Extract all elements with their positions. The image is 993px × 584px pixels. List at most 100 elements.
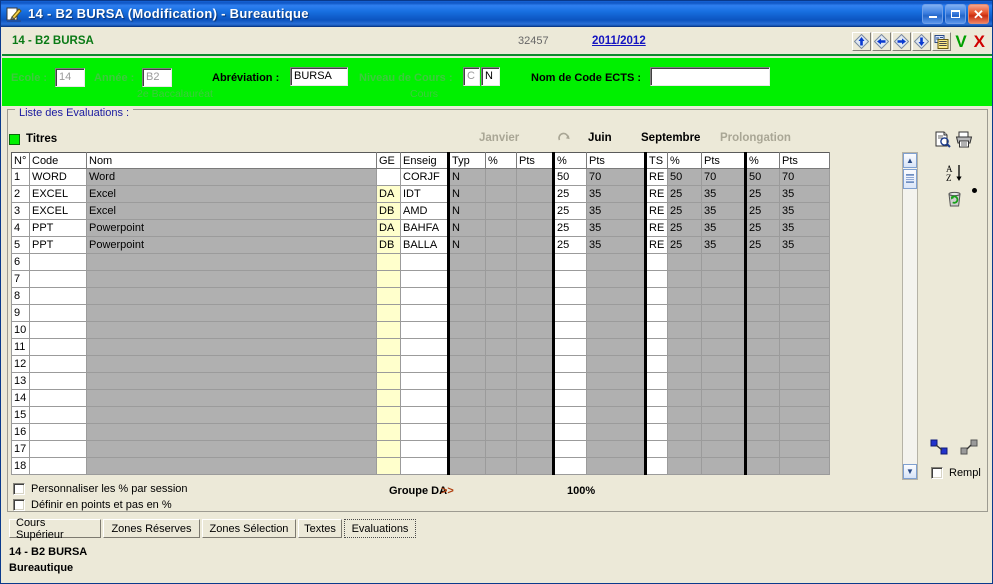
cell-septembre-pct[interactable] — [667, 372, 702, 390]
cell-prolongation-pts[interactable] — [779, 423, 830, 441]
cell-janvier-pts[interactable] — [516, 321, 554, 339]
col-header-code[interactable]: Code — [29, 152, 87, 169]
cell-ts[interactable]: RE — [644, 219, 668, 237]
cell-juin-pct[interactable]: 25 — [552, 202, 587, 220]
rempl-checkbox[interactable] — [931, 467, 943, 479]
cell-enseig[interactable] — [400, 304, 449, 322]
cell-typ[interactable] — [447, 389, 486, 407]
cell-juin-pct[interactable] — [552, 304, 587, 322]
ecole-input[interactable] — [55, 68, 85, 87]
cell-nom[interactable] — [86, 287, 377, 305]
cell-septembre-pts[interactable] — [701, 321, 746, 339]
table-row[interactable]: 9 — [11, 304, 830, 322]
cell-prolongation-pts[interactable] — [779, 270, 830, 288]
cell-nom[interactable] — [86, 338, 377, 356]
cell-ge[interactable] — [376, 372, 401, 390]
cell-janvier-pts[interactable] — [516, 423, 554, 441]
table-row[interactable]: 14 — [11, 389, 830, 407]
cell-juin-pts[interactable] — [586, 372, 646, 390]
cell-enseig[interactable] — [400, 372, 449, 390]
cell-ge[interactable]: DA — [376, 185, 401, 203]
cell-janvier-pts[interactable] — [516, 270, 554, 288]
table-row[interactable]: 16 — [11, 423, 830, 441]
definir-points-checkbox[interactable] — [13, 499, 25, 511]
cell-janvier-pts[interactable] — [516, 253, 554, 271]
cell-janvier-pct[interactable] — [485, 372, 517, 390]
cell-ts[interactable]: RE — [644, 202, 668, 220]
cell-juin-pts[interactable] — [586, 457, 646, 475]
cell-septembre-pts[interactable] — [701, 304, 746, 322]
cell-prolongation-pct[interactable] — [744, 457, 780, 475]
cell-code[interactable] — [29, 406, 87, 424]
cell-janvier-pts[interactable] — [516, 338, 554, 356]
col-header-typ[interactable]: Typ — [447, 152, 486, 169]
cell-janvier-pct[interactable] — [485, 253, 517, 271]
cell-code[interactable]: EXCEL — [29, 185, 87, 203]
sort-az-icon[interactable]: A Z — [945, 163, 965, 188]
col-header-nom[interactable]: Nom — [86, 152, 377, 169]
tab-zones-reserves[interactable]: Zones Réserves — [103, 519, 200, 538]
cell-ts[interactable]: RE — [644, 236, 668, 254]
cell-typ[interactable] — [447, 338, 486, 356]
cell-code[interactable] — [29, 457, 87, 475]
col-header-prolongation-pct[interactable]: % — [744, 152, 780, 169]
cell-enseig[interactable] — [400, 457, 449, 475]
cell-code[interactable] — [29, 372, 87, 390]
cell-janvier-pts[interactable] — [516, 457, 554, 475]
cell-nom[interactable] — [86, 457, 377, 475]
cell-ge[interactable]: DB — [376, 236, 401, 254]
cell-ge[interactable] — [376, 423, 401, 441]
evaluations-table-container[interactable]: N° Code Nom GE Enseig Typ % Pts % Pts TS… — [11, 152, 898, 480]
cell-janvier-pts[interactable] — [516, 236, 554, 254]
cell-septembre-pct[interactable] — [667, 423, 702, 441]
cell-typ[interactable] — [447, 457, 486, 475]
cell-janvier-pts[interactable] — [516, 440, 554, 458]
cell-numero[interactable]: 14 — [11, 389, 30, 407]
cell-prolongation-pts[interactable] — [779, 287, 830, 305]
cell-juin-pts[interactable] — [586, 389, 646, 407]
cell-juin-pct[interactable] — [552, 253, 587, 271]
cell-ge[interactable] — [376, 253, 401, 271]
cell-typ[interactable]: N — [447, 219, 486, 237]
cell-ge[interactable] — [376, 338, 401, 356]
cell-code[interactable] — [29, 304, 87, 322]
cell-numero[interactable]: 1 — [11, 168, 30, 186]
cell-typ[interactable] — [447, 355, 486, 373]
cell-typ[interactable] — [447, 253, 486, 271]
cell-ts[interactable]: RE — [644, 185, 668, 203]
cell-prolongation-pct[interactable] — [744, 440, 780, 458]
cell-code[interactable]: PPT — [29, 219, 87, 237]
cell-septembre-pct[interactable] — [667, 304, 702, 322]
cell-ge[interactable] — [376, 287, 401, 305]
nav-next-button[interactable] — [892, 31, 912, 51]
cell-janvier-pts[interactable] — [516, 219, 554, 237]
cell-prolongation-pts[interactable] — [779, 321, 830, 339]
cell-juin-pct[interactable] — [552, 457, 587, 475]
tab-textes[interactable]: Textes — [298, 519, 342, 538]
cell-janvier-pct[interactable] — [485, 236, 517, 254]
table-row[interactable]: 3 EXCEL Excel DB AMD N 25 35 RE 25 35 25 35 — [11, 202, 830, 220]
cell-prolongation-pct[interactable] — [744, 338, 780, 356]
col-header-prolongation-pts[interactable]: Pts — [779, 152, 830, 169]
cell-septembre-pct[interactable] — [667, 389, 702, 407]
table-row[interactable]: 11 — [11, 338, 830, 356]
cell-janvier-pts[interactable] — [516, 389, 554, 407]
cell-typ[interactable] — [447, 287, 486, 305]
cell-janvier-pts[interactable] — [516, 406, 554, 424]
col-header-ge[interactable]: GE — [376, 152, 401, 169]
cell-code[interactable]: WORD — [29, 168, 87, 186]
cell-enseig[interactable] — [400, 338, 449, 356]
cell-numero[interactable]: 13 — [11, 372, 30, 390]
cell-juin-pct[interactable]: 25 — [552, 219, 587, 237]
cell-ts[interactable] — [644, 253, 668, 271]
cell-enseig[interactable] — [400, 321, 449, 339]
cell-numero[interactable]: 3 — [11, 202, 30, 220]
cell-prolongation-pct[interactable] — [744, 389, 780, 407]
cell-nom[interactable] — [86, 372, 377, 390]
table-row[interactable]: 4 PPT Powerpoint DA BAHFA N 25 35 RE 25 35 25 35 — [11, 219, 830, 237]
cell-enseig[interactable] — [400, 440, 449, 458]
cell-juin-pts[interactable] — [586, 253, 646, 271]
cell-janvier-pct[interactable] — [485, 270, 517, 288]
minimize-button[interactable] — [922, 4, 943, 24]
cell-code[interactable] — [29, 389, 87, 407]
